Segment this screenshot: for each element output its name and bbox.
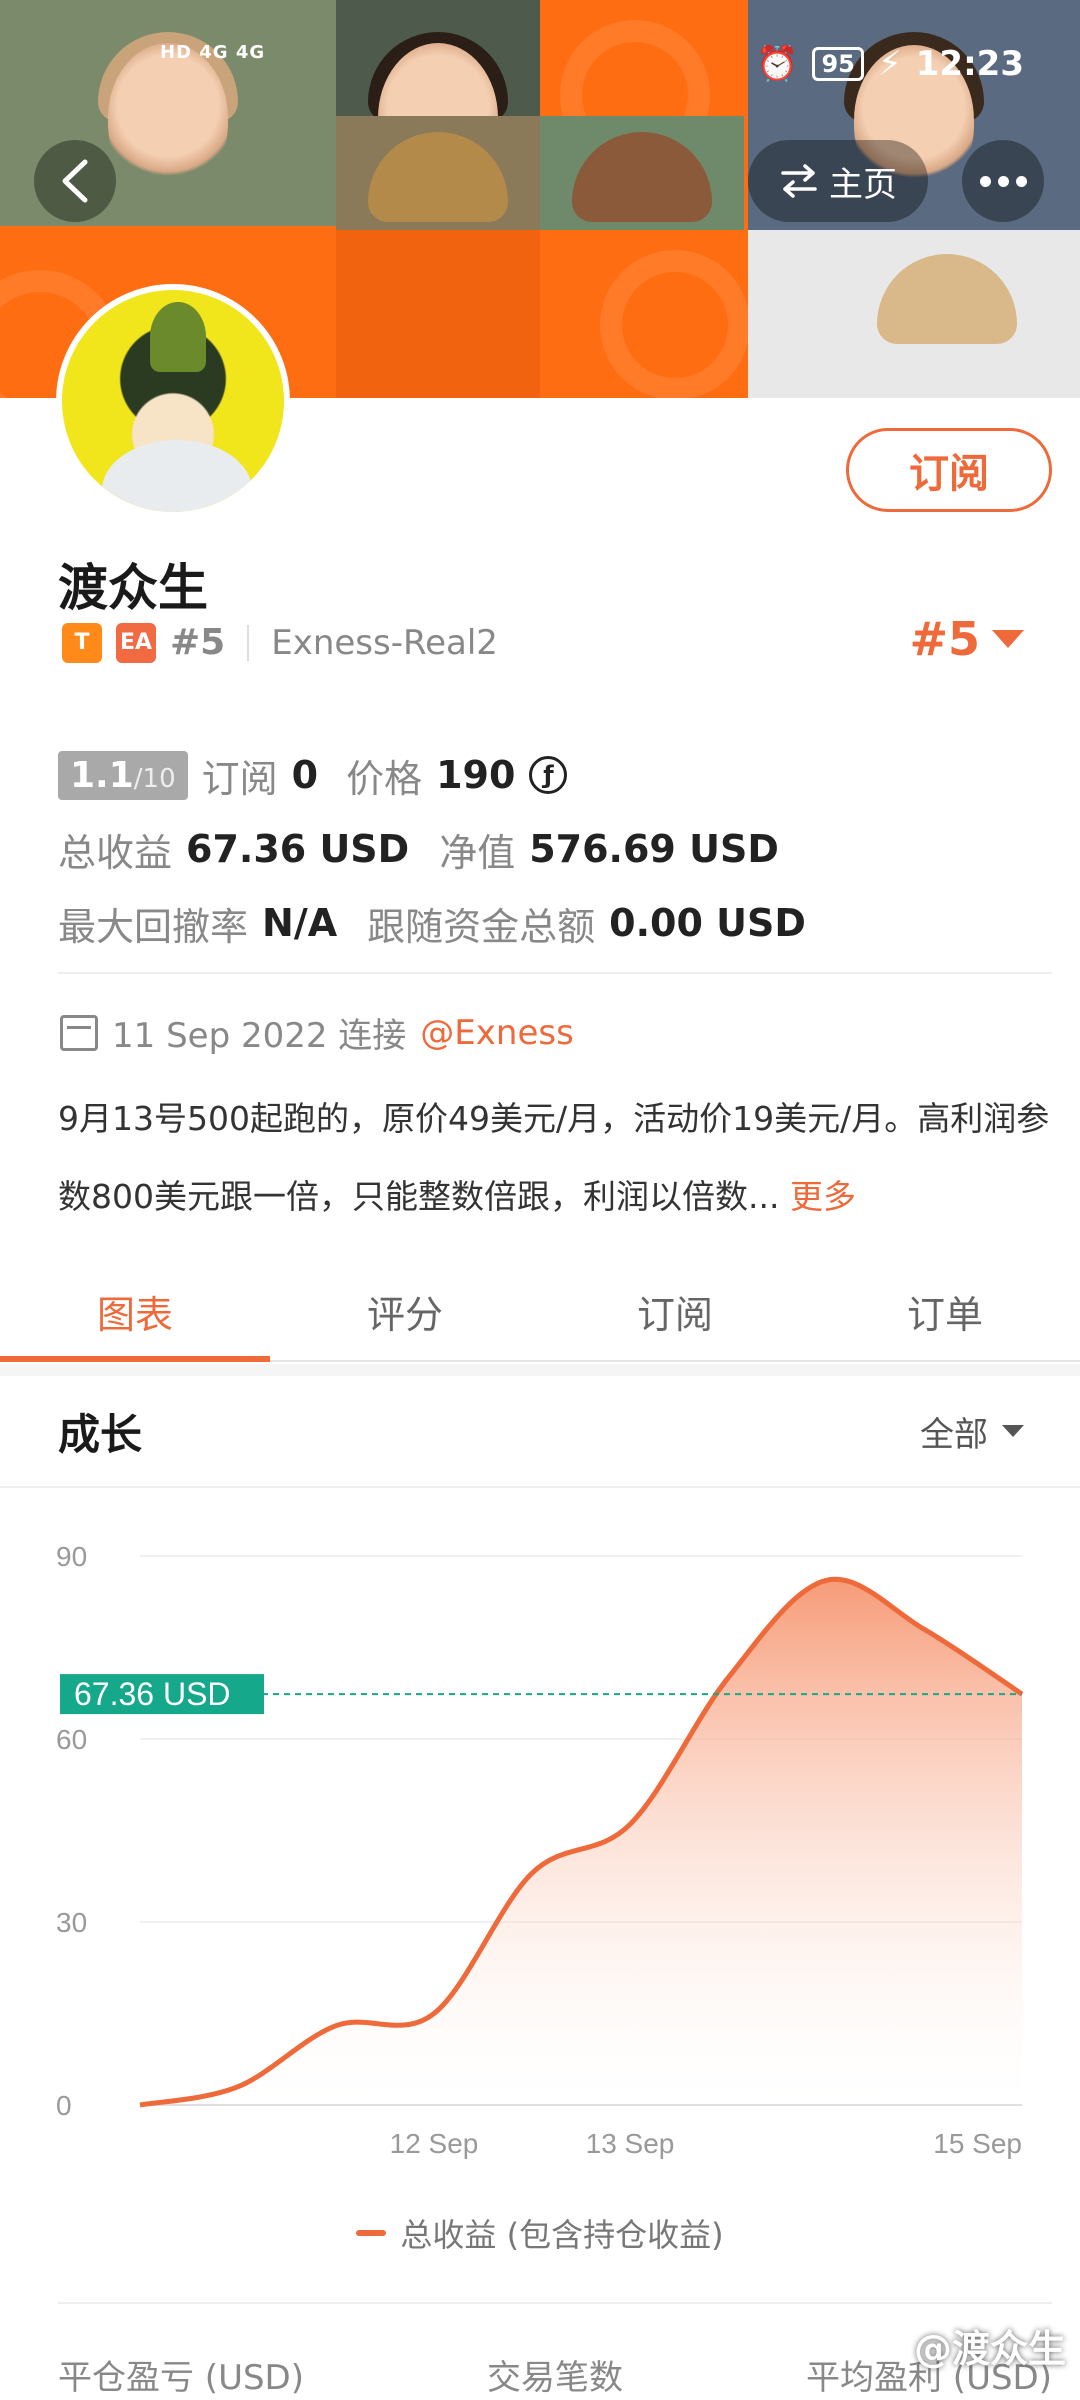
subs-label: 订阅 [201, 756, 278, 801]
home-button[interactable]: 主页 [748, 140, 928, 222]
clock: 12:23 [915, 44, 1024, 84]
rank-value: #5 [909, 612, 980, 666]
section-gap [0, 1364, 1080, 1376]
banner-photo [748, 230, 1080, 398]
section-title: 成长 [58, 1409, 143, 1459]
battery-indicator: 95 [812, 47, 864, 81]
y-tick-label: 0 [56, 2090, 72, 2121]
connect-date: 11 Sep 2022 连接 [112, 1016, 407, 1056]
tab-subscribe[interactable]: 订阅 [540, 1262, 810, 1360]
stats-block: 1.1/10 订阅 0 价格 190 ƒ 总收益 67.36 USD 净值 57… [58, 738, 806, 960]
broker-link[interactable]: @Exness [420, 1013, 574, 1053]
tab-chart[interactable]: 图表 [0, 1262, 270, 1362]
growth-area [140, 1579, 1022, 2105]
banner-pattern [540, 230, 750, 398]
trade-count-header: 交易笔数 [487, 2358, 623, 2398]
equity-label: 净值 [439, 830, 516, 875]
trader-tags: T EA #5 Exness-Real2 [62, 622, 498, 663]
subs-value: 0 [291, 753, 319, 797]
divider [58, 2302, 1052, 2304]
trader-profile-page: HD 4G 4G ⏰ 95 ⚡ 12:23 主页 订阅 渡众生 T EA #5 … [0, 0, 1080, 2400]
x-tick-label: 15 Sep [933, 2128, 1022, 2159]
current-value-label: 67.36 USD [74, 1676, 231, 1712]
divider [58, 972, 1052, 974]
alarm-icon: ⏰ [756, 44, 799, 84]
tag-t-badge: T [62, 622, 102, 663]
growth-chart[interactable]: 67.36 USD 90 60 30 0 12 Sep 13 Sep 15 Sep [0, 1490, 1080, 2210]
y-tick-label: 30 [56, 1907, 87, 1938]
status-bar: HD 4G 4G ⏰ 95 ⚡ 12:23 [0, 0, 1080, 130]
legend-swatch [356, 2230, 387, 2236]
follow-funds-value: 0.00 USD [609, 901, 806, 945]
coin-icon: ƒ [529, 756, 568, 794]
stats-footer: 平仓盈亏 (USD) 交易笔数 平均盈利 (USD) [58, 2350, 1052, 2399]
legend-label: 总收益 (包含持仓收益) [400, 2216, 724, 2254]
y-tick-label: 90 [56, 1541, 87, 1572]
trader-name: 渡众生 [58, 559, 208, 617]
triangle-down-icon [1002, 1425, 1024, 1437]
x-tick-label: 12 Sep [390, 2128, 479, 2159]
more-link[interactable]: 更多 [790, 1177, 856, 1216]
banner-pattern [336, 230, 540, 398]
tab-bar: 图表 评分 订阅 订单 [0, 1262, 1080, 1362]
more-dot-icon [997, 175, 1009, 187]
watermark: @渡众生 [913, 2327, 1066, 2371]
follow-funds-label: 跟随资金总额 [367, 904, 596, 949]
charging-icon: ⚡ [877, 44, 902, 84]
tab-orders[interactable]: 订单 [810, 1262, 1080, 1360]
avatar[interactable] [56, 284, 290, 518]
drawdown-label: 最大回撤率 [58, 904, 249, 949]
price-label: 价格 [346, 756, 423, 801]
more-dot-icon [1015, 175, 1027, 187]
score-badge: 1.1/10 [58, 750, 188, 800]
total-profit-label: 总收益 [58, 830, 173, 875]
rank-label: #5 [170, 622, 226, 663]
calendar-icon [60, 1014, 98, 1051]
drawdown-value: N/A [262, 901, 338, 945]
closed-pnl-header: 平仓盈亏 (USD) [58, 2358, 304, 2398]
tag-ea-badge: EA [116, 622, 156, 663]
rank-dropdown[interactable]: #5 [909, 612, 1024, 666]
y-tick-label: 60 [56, 1724, 87, 1755]
tab-rating[interactable]: 评分 [270, 1262, 540, 1360]
chart-legend: 总收益 (包含持仓收益) [0, 2210, 1080, 2256]
subscribe-button[interactable]: 订阅 [846, 428, 1052, 512]
switch-icon [781, 164, 817, 198]
banner-photo [336, 116, 540, 230]
strategy-description: 9月13号500起跑的，原价49美元/月，活动价19美元/月。高利润参数800美… [58, 1080, 1052, 1236]
range-filter[interactable]: 全部 [920, 1407, 1024, 1456]
chevron-left-icon [62, 159, 88, 203]
growth-header: 成长 全部 [0, 1376, 1080, 1488]
filter-label: 全部 [920, 1414, 988, 1455]
connection-info: 11 Sep 2022 连接 @Exness [60, 1008, 574, 1057]
x-tick-label: 13 Sep [586, 2128, 675, 2159]
back-button[interactable] [34, 140, 116, 222]
server-name: Exness-Real2 [271, 622, 498, 663]
signal-indicator: HD 4G 4G [160, 42, 266, 63]
triangle-down-icon [992, 630, 1024, 648]
divider [247, 624, 250, 661]
total-profit-value: 67.36 USD [186, 827, 410, 871]
more-options-button[interactable] [962, 140, 1044, 222]
banner-photo [540, 116, 744, 230]
more-dot-icon [979, 175, 991, 187]
equity-value: 576.69 USD [529, 827, 779, 871]
description-text: 9月13号500起跑的，原价49美元/月，活动价19美元/月。高利润参数800美… [58, 1099, 1050, 1216]
price-value: 190 [436, 753, 516, 797]
home-label: 主页 [829, 164, 897, 205]
